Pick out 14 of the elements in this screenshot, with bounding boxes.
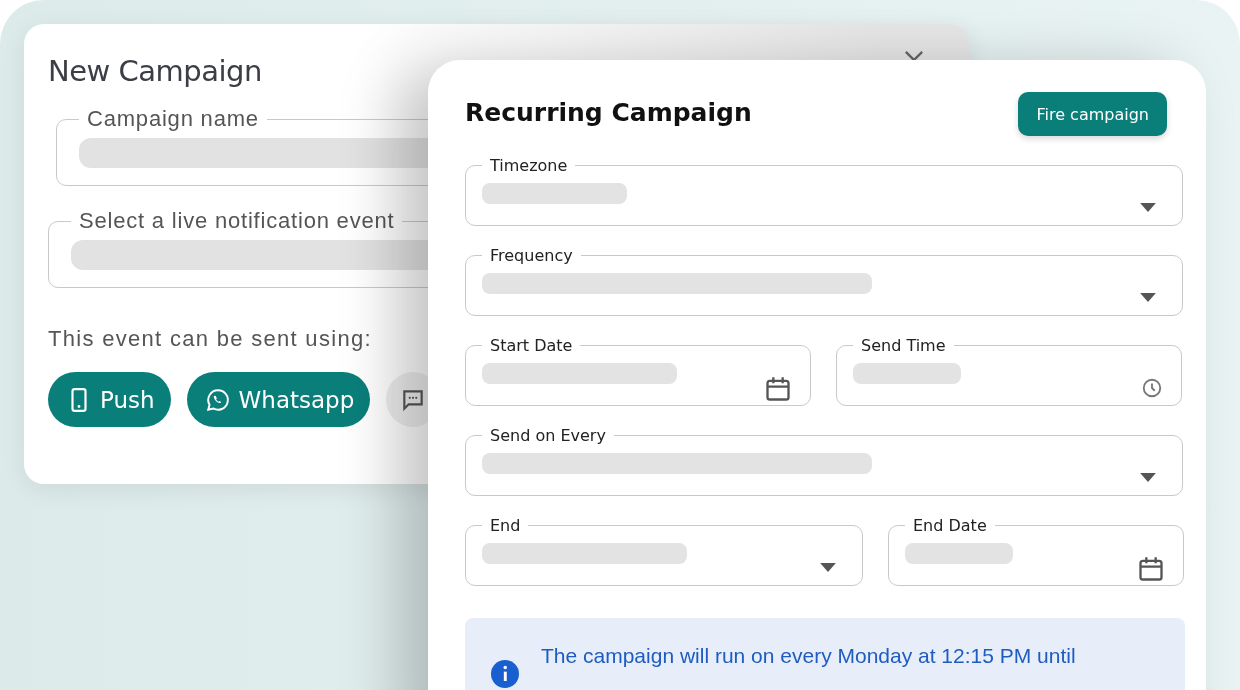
select-field[interactable]: Timezone <box>465 156 1183 226</box>
dialog-title: Recurring Campaign <box>465 98 752 127</box>
select-field[interactable]: Frequency <box>465 246 1183 316</box>
channels-label: This event can be sent using: <box>48 326 372 352</box>
time-field[interactable]: Send Time <box>836 336 1182 406</box>
select-field[interactable]: Send on Every <box>465 426 1183 496</box>
date-field[interactable]: Start Date <box>465 336 811 406</box>
dialog-title: New Campaign <box>48 54 262 88</box>
info-text: The campaign will run on every Monday at 12:15 PM until <box>541 644 1076 669</box>
channel-button[interactable]: Whatsapp <box>186 372 371 427</box>
date-field[interactable]: End Date <box>888 516 1184 586</box>
fire-campaign-button[interactable]: Fire campaign <box>1018 92 1167 136</box>
select-field[interactable]: End <box>465 516 863 586</box>
channel-button[interactable]: Push <box>48 372 171 427</box>
